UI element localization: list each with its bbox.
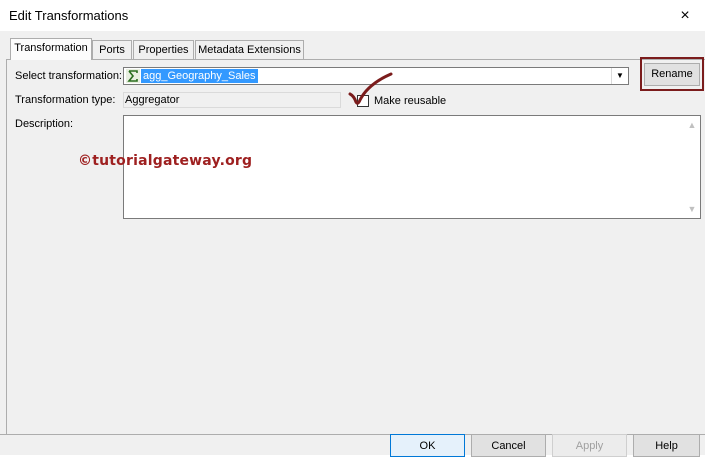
watermark-text: ©tutorialgateway.org: [78, 153, 253, 169]
checkmark-annotation-icon: [348, 72, 393, 105]
close-icon[interactable]: ×: [665, 0, 705, 31]
help-button[interactable]: Help: [633, 434, 700, 457]
chevron-down-icon[interactable]: ▼: [611, 68, 628, 84]
ok-button-label: OK: [419, 440, 436, 452]
description-label: Description:: [15, 118, 74, 130]
rename-button-label: Rename: [651, 68, 693, 80]
transformation-type-label: Transformation type:: [15, 94, 116, 106]
ok-button[interactable]: OK: [390, 434, 465, 457]
help-button-label: Help: [655, 440, 678, 452]
tab-properties[interactable]: Properties: [133, 40, 194, 59]
apply-button-label: Apply: [575, 440, 604, 452]
apply-button[interactable]: Apply: [552, 434, 627, 457]
tab-ports[interactable]: Ports: [92, 40, 132, 59]
transformation-type-field: Aggregator: [123, 92, 341, 108]
title-bar: Edit Transformations ×: [0, 0, 705, 31]
transformation-type-value: Aggregator: [125, 94, 180, 106]
scroll-down-icon[interactable]: ▼: [684, 202, 700, 216]
edit-transformations-dialog: Edit Transformations × Transformation Po…: [0, 0, 705, 457]
description-scrollbar[interactable]: ▲ ▼: [684, 116, 700, 218]
tab-label: Transformation: [14, 42, 88, 54]
rename-button[interactable]: Rename: [644, 63, 700, 86]
tab-label: Metadata Extensions: [198, 44, 301, 56]
cancel-button[interactable]: Cancel: [471, 434, 546, 457]
tab-label: Properties: [138, 44, 189, 56]
aggregator-sigma-icon: [126, 69, 140, 83]
tab-transformation[interactable]: Transformation: [10, 38, 92, 60]
scroll-up-icon[interactable]: ▲: [684, 118, 700, 132]
selected-transformation-value: agg_Geography_Sales: [141, 69, 258, 83]
cancel-button-label: Cancel: [491, 440, 526, 452]
window-title: Edit Transformations: [9, 8, 129, 23]
select-transformation-label: Select transformation:: [15, 70, 122, 82]
tab-metadata-extensions[interactable]: Metadata Extensions: [195, 40, 304, 59]
tab-label: Ports: [99, 44, 125, 56]
